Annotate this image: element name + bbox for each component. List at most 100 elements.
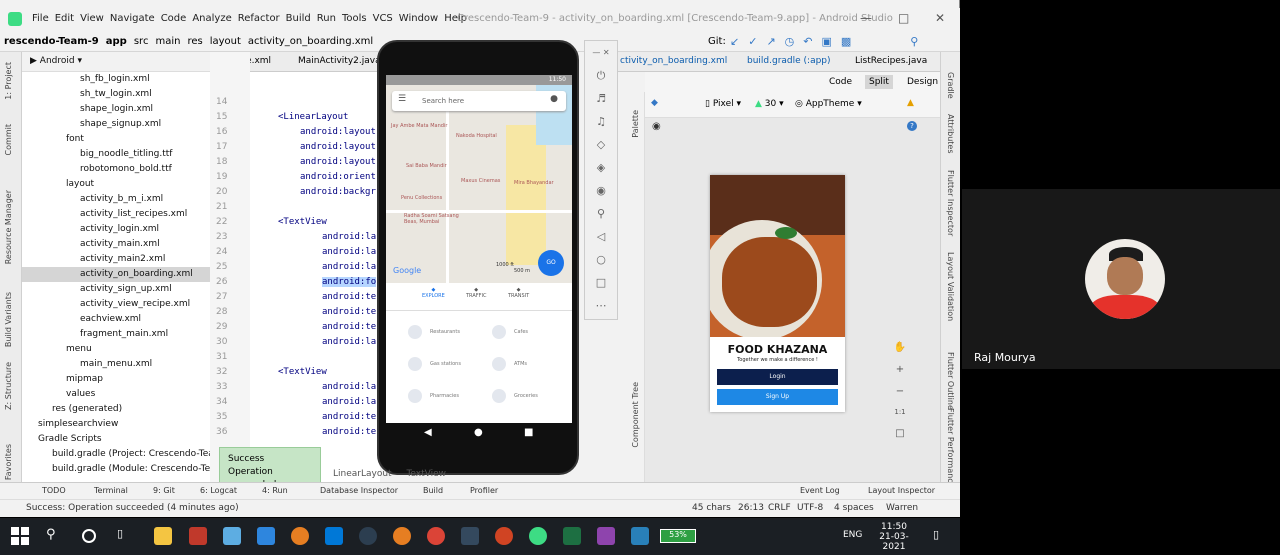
map-tab-0[interactable]: ◆ EXPLORE	[422, 287, 445, 299]
category-item[interactable]: ATMs	[492, 357, 527, 371]
split-mode-button[interactable]: Split	[865, 75, 893, 89]
tree-item[interactable]: activity_on_boarding.xml	[22, 267, 210, 282]
crumb-layout[interactable]: layout	[210, 36, 241, 47]
history-icon[interactable]: ◷	[785, 35, 795, 48]
right-tab-5[interactable]: Flutter Performance	[946, 408, 955, 488]
app-icon-2[interactable]	[189, 527, 207, 545]
tree-item[interactable]: build.gradle (Project: Crescendo-Tea	[22, 447, 210, 462]
go-button[interactable]: GO	[538, 250, 564, 276]
rotate-left-icon[interactable]: ◇	[585, 133, 617, 156]
layers-icon[interactable]: ◆	[651, 98, 658, 108]
app-icon-15[interactable]	[631, 527, 649, 545]
menu-edit[interactable]: Edit	[55, 13, 74, 24]
excel-icon[interactable]	[563, 527, 581, 545]
map-place-label[interactable]: Sai Baba Mandir	[406, 163, 447, 169]
code-mode-button[interactable]: Code	[829, 77, 852, 87]
left-tab-4[interactable]: Z: Structure	[4, 362, 13, 410]
tree-item[interactable]: activity_main.xml	[22, 237, 210, 252]
category-item[interactable]: Cafes	[492, 325, 528, 339]
map-view[interactable]: Jay Ambe Mata Mandir Nakoda Hospital Sai B…	[386, 85, 572, 285]
crumb-src[interactable]: src	[134, 36, 149, 47]
crumb-main[interactable]: main	[155, 36, 180, 47]
volume-up-icon[interactable]: ♬	[585, 87, 617, 110]
avd-icon[interactable]: ▩	[841, 35, 851, 48]
crumb-textview[interactable]: TextView	[406, 469, 446, 479]
tab-list-recipes[interactable]: ListRecipes.java	[855, 56, 927, 66]
tree-item[interactable]: activity_sign_up.xml	[22, 282, 210, 297]
cortana-icon[interactable]	[82, 529, 96, 543]
status-eol[interactable]: CRLF	[768, 503, 791, 513]
tree-item[interactable]: activity_b_m_i.xml	[22, 192, 210, 207]
crumb-module[interactable]: app	[106, 36, 127, 47]
category-item[interactable]: Gas stations	[408, 357, 461, 371]
emu-overview-icon[interactable]: □	[585, 271, 617, 294]
api-selector[interactable]: ▲ 30 ▾	[755, 99, 784, 109]
tree-item[interactable]: font	[22, 132, 210, 147]
category-item[interactable]: Pharmacies	[408, 389, 459, 403]
recents-icon[interactable]: ■	[524, 427, 533, 438]
tree-item[interactable]: activity_view_recipe.xml	[22, 297, 210, 312]
tree-item[interactable]: fragment_main.xml	[22, 327, 210, 342]
windows-start-icon[interactable]	[11, 527, 29, 545]
tree-item[interactable]: shape_signup.xml	[22, 117, 210, 132]
category-item[interactable]: Restaurants	[408, 325, 460, 339]
menu-build[interactable]: Build	[286, 13, 311, 24]
tree-item[interactable]: mipmap	[22, 372, 210, 387]
menu-vcs[interactable]: VCS	[373, 13, 393, 24]
design-mode-button[interactable]: Design	[907, 77, 938, 87]
map-tab-1[interactable]: ◆ TRAFFIC	[466, 287, 486, 299]
minimize-icon[interactable]: —	[860, 11, 872, 25]
map-tab-2[interactable]: ◆ TRANSIT	[508, 287, 529, 299]
tree-item[interactable]: robotomono_bold.ttf	[22, 162, 210, 177]
tool-window-2[interactable]: 9: Git	[153, 486, 175, 495]
tool-window-7[interactable]: Profiler	[470, 486, 498, 495]
tree-item[interactable]: shape_login.xml	[22, 102, 210, 117]
left-tab-3[interactable]: Build Variants	[4, 292, 13, 347]
menu-file[interactable]: File	[32, 13, 49, 24]
zoom-fit-icon[interactable]: □	[890, 428, 910, 448]
tool-window-8[interactable]: Event Log	[800, 486, 840, 495]
status-indent[interactable]: 4 spaces	[834, 503, 874, 513]
app-icon-3[interactable]	[223, 527, 241, 545]
tree-item[interactable]: layout	[22, 177, 210, 192]
device-selector[interactable]: ▯ Pixel ▾	[705, 99, 741, 109]
status-encoding[interactable]: UTF-8	[797, 503, 823, 513]
task-view-icon[interactable]: ▯	[117, 527, 135, 545]
right-tab-2[interactable]: Flutter Inspector	[946, 170, 955, 236]
tree-item[interactable]: values	[22, 387, 210, 402]
app-icon-7[interactable]	[359, 527, 377, 545]
tree-item[interactable]: menu	[22, 342, 210, 357]
tool-window-4[interactable]: 4: Run	[262, 486, 288, 495]
zoom-icon[interactable]: ⚲	[585, 202, 617, 225]
component-tree-tab[interactable]: Component Tree	[631, 382, 640, 448]
sdk-icon[interactable]: ▣	[821, 35, 831, 48]
language-indicator[interactable]: ENG	[843, 530, 862, 540]
left-tab-0[interactable]: 1: Project	[4, 62, 13, 100]
crumb-file[interactable]: activity_on_boarding.xml	[248, 36, 373, 47]
clock[interactable]: 11:50 21-03-2021	[870, 522, 918, 552]
menu-code[interactable]: Code	[161, 13, 187, 24]
commit-icon[interactable]: ✓	[748, 35, 757, 48]
tab-build-gradle[interactable]: build.gradle (:app)	[747, 56, 831, 66]
update-icon[interactable]: ↙	[730, 35, 739, 48]
theme-selector[interactable]: ◎ AppTheme ▾	[795, 99, 862, 109]
menu-analyze[interactable]: Analyze	[192, 13, 231, 24]
powerpoint-icon[interactable]	[495, 527, 513, 545]
app-icon-10[interactable]	[461, 527, 479, 545]
phone-screen[interactable]: 11:50 Jay Ambe Mata Mandir Nakoda Hospita…	[386, 75, 572, 423]
maximize-icon[interactable]: □	[898, 11, 909, 25]
tree-item[interactable]: build.gradle (Module: Crescendo-Te	[22, 462, 210, 477]
back-icon[interactable]: ◀	[424, 427, 432, 438]
vscode-icon[interactable]	[325, 527, 343, 545]
tab-main-activity2[interactable]: MainActivity2.java	[298, 56, 381, 66]
emu-home-icon[interactable]: ○	[585, 248, 617, 271]
project-view-selector[interactable]: ▶ Android ▾	[22, 52, 210, 72]
emu-back-icon[interactable]: ◁	[585, 225, 617, 248]
tree-item[interactable]: main_menu.xml	[22, 357, 210, 372]
tree-item[interactable]: Gradle Scripts	[22, 432, 210, 447]
category-item[interactable]: Groceries	[492, 389, 538, 403]
left-tab-1[interactable]: Commit	[4, 124, 13, 155]
palette-tab[interactable]: Palette	[631, 110, 640, 138]
menu-window[interactable]: Window	[399, 13, 438, 24]
tool-window-0[interactable]: TODO	[42, 486, 66, 495]
